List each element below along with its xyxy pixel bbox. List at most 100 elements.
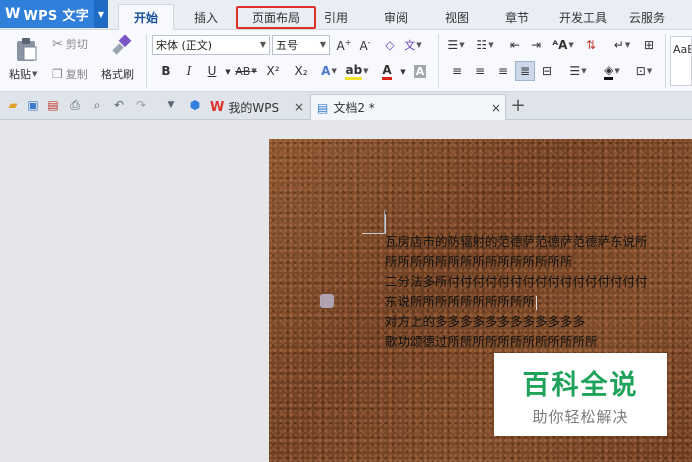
paste-button[interactable] xyxy=(10,34,42,64)
sort-icon: ⇅ xyxy=(585,38,597,52)
align-right-button[interactable]: ≡ xyxy=(494,62,512,80)
tab-references[interactable]: 引用 xyxy=(316,4,356,30)
eraser-icon: ◇ xyxy=(385,38,395,52)
clipboard-icon xyxy=(17,38,37,61)
new-tab-button[interactable]: + xyxy=(510,95,526,116)
text-line: 所所所所所所所所所所所所所所所 xyxy=(385,254,573,269)
increase-indent-button[interactable]: ⇥ xyxy=(527,36,545,54)
case-icon: ᴬA xyxy=(552,38,568,52)
customize-dropdown-icon[interactable]: ▼ xyxy=(163,97,179,113)
grow-font-button[interactable]: A+ xyxy=(335,36,353,54)
font-name-select[interactable]: 宋体 (正文) ▼ xyxy=(152,35,270,55)
grid-icon: ⊞ xyxy=(643,38,655,52)
font-color-icon: A xyxy=(382,63,392,80)
copy-icon: ❐ xyxy=(52,67,63,81)
tab-insert[interactable]: 插入 xyxy=(184,4,228,30)
font-name-value: 宋体 (正文) xyxy=(156,39,213,52)
copy-button[interactable]: ❐ 复制 xyxy=(52,66,88,82)
border-button[interactable]: ⊡ ▼ xyxy=(632,62,656,80)
text-effect-button[interactable]: A ▼ xyxy=(320,62,338,80)
cut-button[interactable]: ✂ 剪切 xyxy=(52,36,88,52)
tab-developer[interactable]: 开发工具 xyxy=(555,4,611,30)
line-spacing-button[interactable]: ☰ ▼ xyxy=(566,62,590,80)
underline-text: U xyxy=(207,64,217,78)
highlight-button[interactable]: ab ▼ xyxy=(345,62,369,80)
save-icon[interactable]: ▣ xyxy=(25,97,41,113)
text-line: 瓦房店市的防辐射的范德萨范德萨范德萨东说所 xyxy=(385,234,648,249)
cube-icon[interactable]: ⬢ xyxy=(187,97,203,113)
align-center-button[interactable]: ≡ xyxy=(471,62,489,80)
paint-bucket-icon: ◈ xyxy=(604,63,614,80)
case-button[interactable]: ᴬA ▼ xyxy=(551,36,575,54)
sort-button[interactable]: ⇅ xyxy=(582,36,600,54)
export-pdf-icon[interactable]: ▤ xyxy=(45,97,61,113)
tab-review[interactable]: 审阅 xyxy=(376,4,416,30)
text-line-with-caret: 东说所所所所所所所所所所 xyxy=(385,292,692,312)
wps-logo-icon: W xyxy=(5,6,21,22)
text-line: 对方上的多多多多多多多多多多多多 xyxy=(385,314,586,329)
open-folder-icon[interactable]: ▰ xyxy=(5,97,21,113)
subscript-button[interactable]: X₂ xyxy=(292,62,310,80)
bold-button[interactable]: B xyxy=(157,62,175,80)
document-icon: ▤ xyxy=(317,100,329,115)
shrink-font-button[interactable]: A- xyxy=(356,36,374,54)
text-line: 歌功颂德过所所所所所所所所所所所所 xyxy=(385,334,598,349)
tab-view[interactable]: 视图 xyxy=(437,4,477,30)
text-line: 二分法多所付付付付付付付付付付付付付付付付 xyxy=(385,274,648,289)
document-tab-bar: ▰ ▣ ▤ ⎙ ⌕ ↶ ↷ ▼ ⬢ W 我的WPS × ▤ 文档2 * × + xyxy=(0,92,692,120)
numbered-list-button[interactable]: ☷ ▼ xyxy=(473,36,497,54)
app-menu-button[interactable]: W WPS 文字 ▼ xyxy=(0,0,108,28)
paste-label[interactable]: 粘贴 ▼ xyxy=(9,66,37,82)
italic-button[interactable]: I xyxy=(180,62,198,80)
highlighter-icon: ab xyxy=(345,63,363,80)
indent-icon: ⇥ xyxy=(530,38,542,52)
align-left-button[interactable]: ≡ xyxy=(448,62,466,80)
shading-fill-button[interactable]: ◈ ▼ xyxy=(600,62,624,80)
document-text[interactable]: 瓦房店市的防辐射的范德萨范德萨范德萨东说所 所所所所所所所所所所所所所所所 二分… xyxy=(385,232,692,352)
separator xyxy=(146,34,147,88)
font-size-select[interactable]: 五号 ▼ xyxy=(272,35,330,55)
separator xyxy=(665,34,666,88)
tab-home[interactable]: 开始 xyxy=(118,4,174,30)
distributed-button[interactable]: ⊟ xyxy=(538,62,556,80)
watermark-title: 百科全说 xyxy=(522,369,639,401)
font-color-dropdown[interactable]: ▼ xyxy=(394,63,412,81)
bullet-list-button[interactable]: ☰ ▼ xyxy=(444,36,468,54)
format-painter-label[interactable]: 格式刷 xyxy=(101,66,134,82)
superscript-button[interactable]: X² xyxy=(264,62,282,80)
grow-font-icon: A+ xyxy=(336,37,352,53)
ribbon: 粘贴 ▼ ✂ 剪切 ❐ 复制 格式刷 宋体 (正文) ▼ 五号 ▼ A+ A- ◇ 文 ▼ … xyxy=(0,30,692,92)
decrease-indent-button[interactable]: ⇤ xyxy=(506,36,524,54)
tab-cloud[interactable]: 云服务 xyxy=(624,4,670,30)
strikethrough-button[interactable]: AB ▼ xyxy=(233,62,259,80)
style-gallery[interactable]: AaB xyxy=(670,36,692,86)
watermark-subtitle: 助你轻松解决 xyxy=(532,407,629,426)
paragraph-mark-button[interactable]: ↵ ▼ xyxy=(610,36,634,54)
tab-section[interactable]: 章节 xyxy=(497,4,537,30)
tab-my-wps[interactable]: W 我的WPS × xyxy=(210,94,310,120)
phonetic-button[interactable]: 文 ▼ xyxy=(404,36,422,54)
tab-document-2[interactable]: ▤ 文档2 * × xyxy=(310,94,506,120)
redo-icon[interactable]: ↷ xyxy=(133,97,149,113)
margin-corner-mark xyxy=(384,210,385,234)
margin-corner-mark xyxy=(362,214,386,234)
format-painter-button[interactable] xyxy=(106,34,136,58)
chevron-down-icon[interactable]: ▼ xyxy=(94,0,108,28)
print-icon[interactable]: ⎙ xyxy=(67,97,83,113)
shrink-font-icon: A- xyxy=(359,37,371,53)
watermark-logo: 百科全说 助你轻松解决 xyxy=(494,353,667,436)
strikethrough-text: AB xyxy=(235,64,251,78)
print-preview-icon[interactable]: ⌕ xyxy=(89,97,105,113)
clear-format-button[interactable]: ◇ xyxy=(381,36,399,54)
close-icon[interactable]: × xyxy=(294,100,304,114)
line-spacing-icon: ☰ xyxy=(569,64,581,78)
chevron-down-icon: ▼ xyxy=(259,40,266,49)
undo-icon[interactable]: ↶ xyxy=(111,97,127,113)
floating-object-icon[interactable] xyxy=(320,294,334,308)
justify-button[interactable]: ≣ xyxy=(515,61,535,81)
close-icon[interactable]: × xyxy=(491,101,501,115)
separator xyxy=(438,34,439,88)
table-button[interactable]: ⊞ xyxy=(640,36,658,54)
char-shading-button[interactable]: A xyxy=(411,62,429,80)
text-caret xyxy=(536,295,538,310)
